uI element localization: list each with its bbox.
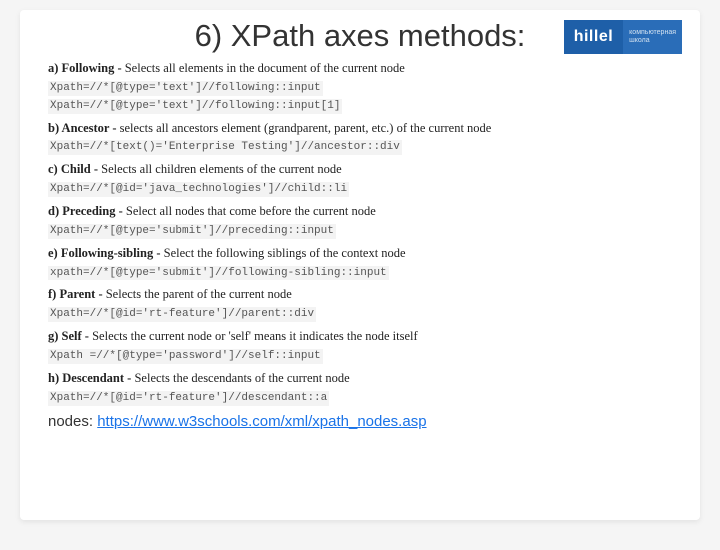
code-line: Xpath=//*[@id='rt-feature']//parent::div [48,307,316,322]
section-child: c) Child - Selects all children elements… [48,161,672,197]
section-heading: d) Preceding - Select all nodes that com… [48,203,672,220]
section-descendant: h) Descendant - Selects the descendants … [48,370,672,406]
section-label: c) Child - [48,162,101,176]
code-line: Xpath=//*[text()='Enterprise Testing']//… [48,140,402,155]
page-title: 6) XPath axes methods: [195,18,526,54]
section-desc: Selects all children elements of the cur… [101,162,342,176]
code-block: Xpath=//*[text()='Enterprise Testing']//… [48,137,672,155]
code-line: Xpath=//*[@id='java_technologies']//chil… [48,182,349,197]
section-following-sibling: e) Following-sibling - Select the follow… [48,245,672,281]
code-block: Xpath=//*[@type='text']//following::inpu… [48,78,672,114]
logo-sub-text: компьютерная школа [623,20,682,54]
section-preceding: d) Preceding - Select all nodes that com… [48,203,672,239]
slide: 6) XPath axes methods: hillel компьютерн… [20,10,700,520]
section-heading: b) Ancestor - selects all ancestors elem… [48,120,672,137]
section-label: d) Preceding - [48,204,126,218]
footer-prefix: nodes: [48,413,97,430]
section-label: b) Ancestor - [48,121,120,135]
section-desc: Selects all elements in the document of … [125,61,405,75]
logo-sub-line1: компьютерная [629,29,676,37]
section-heading: a) Following - Selects all elements in t… [48,60,672,77]
section-heading: g) Self - Selects the current node or 's… [48,328,672,345]
section-heading: e) Following-sibling - Select the follow… [48,245,672,262]
code-line: Xpath=//*[@id='rt-feature']//descendant:… [48,391,329,406]
section-heading: h) Descendant - Selects the descendants … [48,370,672,387]
section-desc: Selects the current node or 'self' means… [92,329,418,343]
code-block: Xpath =//*[@type='password']//self::inpu… [48,346,672,364]
section-self: g) Self - Selects the current node or 's… [48,328,672,364]
section-label: a) Following - [48,61,125,75]
code-line: Xpath =//*[@type='password']//self::inpu… [48,349,323,364]
header: 6) XPath axes methods: hillel компьютерн… [48,18,672,54]
section-label: e) Following-sibling - [48,246,164,260]
section-label: g) Self - [48,329,92,343]
code-block: Xpath=//*[@type='submit']//preceding::in… [48,221,672,239]
section-label: f) Parent - [48,287,106,301]
section-ancestor: b) Ancestor - selects all ancestors elem… [48,120,672,156]
logo-sub-line2: школа [629,37,676,45]
code-line: xpath=//*[@type='submit']//following-sib… [48,266,389,281]
section-desc: selects all ancestors element (grandpare… [120,121,492,135]
code-line: Xpath=//*[@type='text']//following::inpu… [48,81,323,96]
code-line: Xpath=//*[@type='text']//following::inpu… [48,99,342,114]
section-heading: c) Child - Selects all children elements… [48,161,672,178]
code-block: Xpath=//*[@id='java_technologies']//chil… [48,179,672,197]
section-desc: Select the following siblings of the con… [164,246,406,260]
logo-main-text: hillel [564,20,623,54]
code-line: Xpath=//*[@type='submit']//preceding::in… [48,224,336,239]
section-parent: f) Parent - Selects the parent of the cu… [48,286,672,322]
section-desc: Selects the descendants of the current n… [134,371,349,385]
code-block: xpath=//*[@type='submit']//following-sib… [48,263,672,281]
section-desc: Select all nodes that come before the cu… [126,204,376,218]
section-label: h) Descendant - [48,371,134,385]
section-following: a) Following - Selects all elements in t… [48,60,672,114]
footer-link[interactable]: https://www.w3schools.com/xml/xpath_node… [97,413,426,430]
section-desc: Selects the parent of the current node [106,287,292,301]
code-block: Xpath=//*[@id='rt-feature']//descendant:… [48,388,672,406]
content: a) Following - Selects all elements in t… [48,60,672,432]
footer: nodes: https://www.w3schools.com/xml/xpa… [48,412,672,432]
section-heading: f) Parent - Selects the parent of the cu… [48,286,672,303]
code-block: Xpath=//*[@id='rt-feature']//parent::div [48,304,672,322]
logo: hillel компьютерная школа [564,20,682,54]
